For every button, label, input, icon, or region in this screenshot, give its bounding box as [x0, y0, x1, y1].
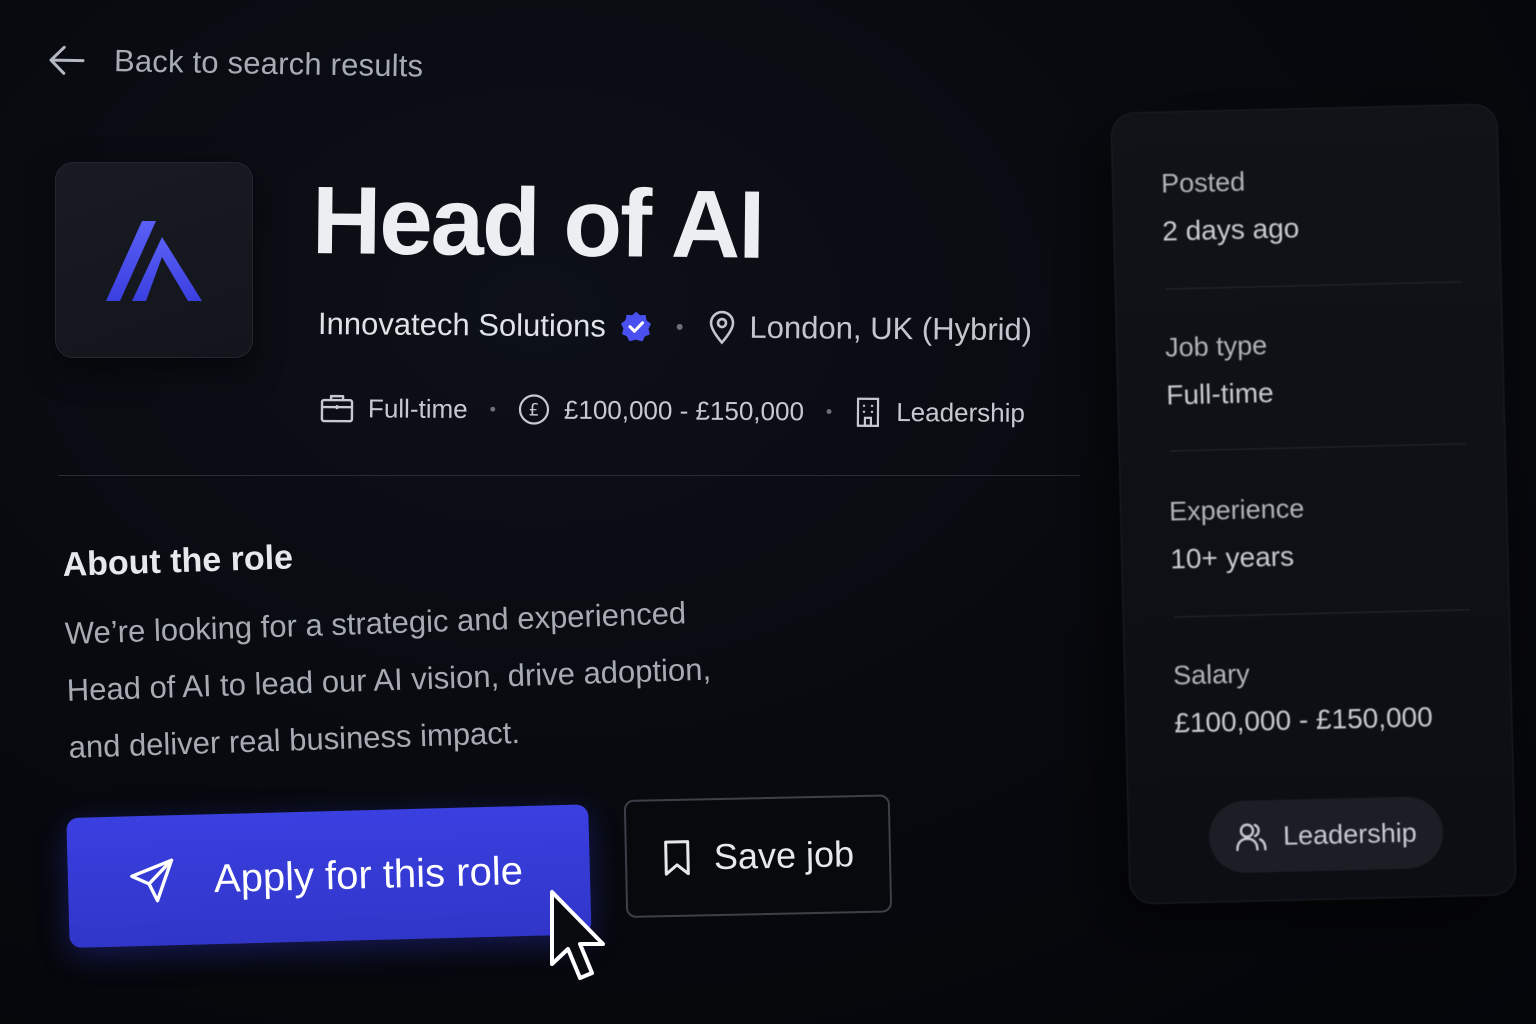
about-body: We’re looking for a strategic and experi… [64, 595, 712, 765]
experience-label: Experience [1168, 493, 1305, 527]
salary-range: £100,000 - £150,000 [563, 394, 805, 426]
posted-value: 2 days ago [1161, 212, 1300, 247]
about-heading: About the role [62, 538, 294, 584]
tag-label: Leadership [1282, 817, 1418, 851]
company-name[interactable]: Innovatech Solutions [318, 306, 606, 345]
bookmark-icon [662, 839, 693, 878]
job-title: Head of AI [311, 167, 764, 279]
arrow-left-icon [48, 44, 87, 77]
posted-detail: Posted 2 days ago [1161, 161, 1463, 247]
job-type-value: Full-time [1165, 376, 1274, 411]
company-logo [55, 162, 253, 358]
salary-value: £100,000 - £150,000 [1173, 701, 1434, 739]
apply-button-label: Apply for this role [213, 848, 524, 901]
salary-detail: Salary £100,000 - £150,000 [1173, 653, 1475, 739]
job-meta-row: Full-time • £ £100,000 - £150,000 • Lead… [320, 392, 1025, 429]
job-category: Leadership [896, 396, 1026, 428]
map-pin-icon [707, 310, 735, 345]
panel-divider [1173, 609, 1470, 618]
separator-dot: • [825, 401, 833, 422]
mouse-pointer-icon [548, 888, 610, 989]
job-details-panel: Posted 2 days ago Job type Full-time Exp… [1110, 103, 1517, 905]
briefcase-icon [320, 393, 354, 423]
separator-dot: • [489, 398, 497, 419]
panel-divider [1169, 443, 1466, 452]
send-icon [127, 856, 176, 905]
verified-badge-icon [620, 311, 652, 343]
job-location: London, UK (Hybrid) [749, 309, 1033, 348]
about-section: About the role We’re looking for a strat… [62, 523, 769, 776]
building-icon [854, 396, 882, 428]
users-icon [1235, 821, 1268, 852]
separator-dot: • [675, 314, 684, 340]
experience-detail: Experience 10+ years [1169, 489, 1471, 575]
panel-divider [1165, 281, 1462, 290]
salary-label: Salary [1172, 658, 1251, 691]
experience-value: 10+ years [1169, 540, 1295, 575]
save-job-button[interactable]: Save job [623, 794, 893, 918]
employment-type: Full-time [367, 392, 468, 424]
job-type-detail: Job type Full-time [1165, 325, 1467, 411]
back-link-label: Back to search results [113, 43, 424, 84]
back-to-search-link[interactable]: Back to search results [48, 42, 424, 85]
pound-coin-icon: £ [518, 393, 550, 425]
svg-text:£: £ [528, 400, 539, 420]
save-button-label: Save job [713, 833, 855, 878]
posted-label: Posted [1160, 166, 1246, 199]
section-divider [58, 475, 1080, 476]
job-type-label: Job type [1164, 330, 1268, 363]
company-logo-mark [106, 221, 202, 301]
apply-button[interactable]: Apply for this role [66, 804, 592, 948]
leadership-tag[interactable]: Leadership [1208, 795, 1444, 874]
company-row: Innovatech Solutions • London, UK (Hybri… [318, 306, 1032, 348]
